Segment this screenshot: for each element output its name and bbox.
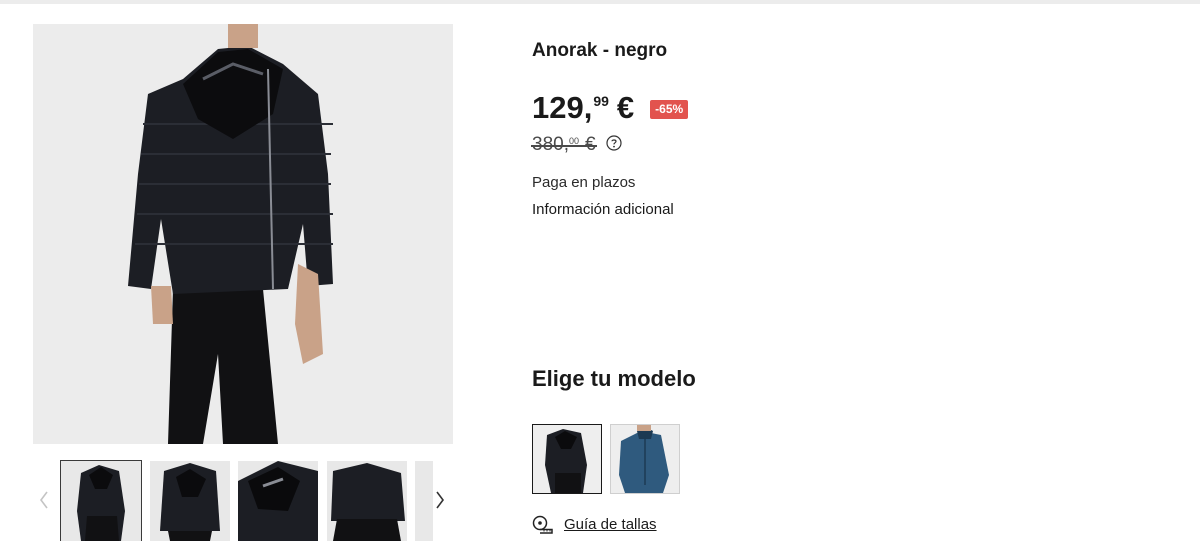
chevron-left-icon[interactable]	[37, 488, 51, 512]
price-currency: €	[616, 90, 635, 125]
price-decimals: 99	[593, 93, 609, 109]
model-heading: Elige tu modelo	[532, 366, 696, 391]
product-title: Anorak - negro	[532, 40, 668, 61]
gallery-thumbnail[interactable]	[60, 460, 142, 541]
price-integer: 129,	[532, 90, 593, 125]
gallery-thumbnail[interactable]	[238, 461, 318, 541]
additional-info-link[interactable]: Información adicional	[532, 201, 674, 218]
model-option-black[interactable]	[532, 424, 602, 494]
gallery-thumbnail[interactable]	[415, 461, 433, 541]
size-guide-label[interactable]: Guía de tallas	[564, 516, 657, 533]
original-price: 380, 00 €	[531, 133, 597, 157]
product-main-image[interactable]	[33, 24, 453, 444]
current-price: 129, 99 € -65%	[532, 90, 689, 126]
help-circle-icon[interactable]	[605, 135, 622, 151]
measuring-tape-icon	[532, 515, 553, 534]
chevron-right-icon[interactable]	[433, 488, 447, 512]
discount-badge: -65%	[650, 100, 689, 119]
header-divider	[0, 0, 1200, 4]
gallery-thumbnail[interactable]	[327, 461, 407, 541]
installments-link[interactable]: Paga en plazos	[532, 174, 635, 191]
gallery-thumbnail[interactable]	[150, 461, 230, 541]
strikethrough-line	[531, 145, 597, 147]
model-option-blue[interactable]	[610, 424, 680, 494]
original-price-row: 380, 00 €	[531, 133, 622, 157]
size-guide-link[interactable]: Guía de tallas	[532, 514, 657, 534]
